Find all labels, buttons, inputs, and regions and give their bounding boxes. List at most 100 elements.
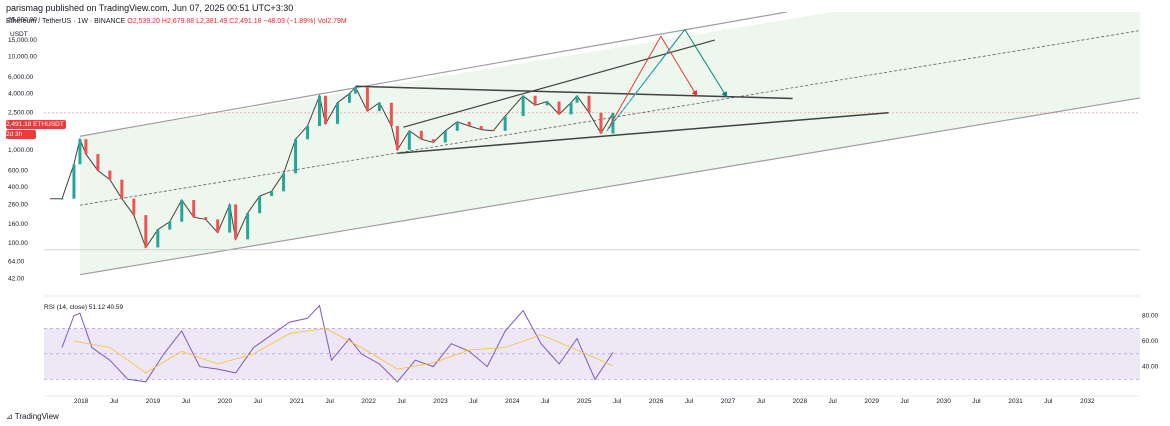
price-candle	[443, 130, 447, 143]
price-candle	[323, 95, 327, 124]
price-candle	[270, 191, 274, 197]
time-axis-tick: Jul	[469, 398, 478, 405]
time-axis-tick: Jul	[110, 398, 119, 405]
price-candle	[557, 101, 561, 115]
last-price-label: 2,491.18 ETHUSDT	[6, 120, 66, 129]
price-candle	[347, 93, 351, 103]
time-axis-tick: 2022	[361, 398, 376, 405]
price-candle	[246, 213, 250, 240]
price-axis-tick: 1,000.00	[8, 147, 34, 154]
price-candle	[180, 200, 184, 222]
price-candle	[204, 217, 208, 220]
price-axis-tick: 260.00	[8, 201, 28, 208]
time-axis-tick: 2026	[649, 398, 664, 405]
price-axis-tick: 4,000.00	[8, 91, 34, 98]
bar-countdown: 2d 3h	[6, 130, 36, 139]
price-candle	[419, 130, 423, 140]
price-candle	[599, 112, 603, 134]
price-candle	[108, 170, 112, 180]
price-candle	[545, 101, 549, 106]
time-axis-tick: 2021	[290, 398, 305, 405]
price-axis-tick: 2,500.00	[8, 110, 34, 117]
price-candle	[365, 87, 369, 112]
time-axis-tick: 2031	[1008, 398, 1023, 405]
price-candle	[575, 95, 579, 103]
price-candle	[377, 102, 381, 112]
price-candle	[144, 215, 148, 248]
price-axis-tick: 160.00	[8, 221, 28, 228]
last-price-value: 2,491.18	[6, 121, 32, 128]
time-axis-tick: Jul	[1044, 398, 1053, 405]
price-candle	[72, 164, 76, 199]
time-axis-tick: 2024	[505, 398, 520, 405]
price-candle	[258, 196, 262, 214]
price-candle	[306, 126, 310, 140]
price-candle	[455, 121, 459, 131]
price-candle	[467, 121, 471, 127]
price-axis-tick: 6,000.00	[8, 74, 34, 81]
time-axis-tick: Jul	[541, 398, 550, 405]
time-axis-tick: Jul	[972, 398, 981, 405]
price-axis-tick: 600.00	[8, 168, 28, 175]
time-axis-tick: 2029	[864, 398, 879, 405]
price-axis-tick: 25,000.00	[8, 16, 37, 23]
price-candle	[587, 95, 591, 113]
price-candle	[395, 126, 399, 150]
price-candle	[192, 200, 196, 218]
price-candle	[431, 139, 435, 143]
time-axis-tick: Jul	[757, 398, 766, 405]
time-axis-tick: 2030	[936, 398, 951, 405]
price-axis-tick: 42.00	[8, 275, 25, 282]
time-axis-tick: 2018	[74, 398, 89, 405]
price-candle	[96, 154, 100, 171]
tv-icon: ⊿	[6, 412, 13, 421]
price-axis-tick: 400.00	[8, 184, 28, 191]
price-candle	[78, 139, 82, 165]
price-chart[interactable]: 25,000.00 15,000.00 10,000.00 6,000.00 4,000…	[0, 0, 1170, 426]
rsi-axis-tick: 60.00	[1142, 338, 1159, 345]
price-candle	[533, 95, 537, 106]
price-axis-tick: 100.00	[8, 240, 28, 247]
time-axis-tick: Jul	[182, 398, 191, 405]
price-candle	[294, 139, 298, 174]
time-axis-tick: Jul	[900, 398, 909, 405]
time-axis-tick: 2027	[721, 398, 736, 405]
price-candle	[491, 129, 495, 131]
rsi-label: RSI (14, close) 51.12 40.59	[44, 304, 124, 311]
time-axis-tick: Jul	[613, 398, 622, 405]
time-axis-tick: 2019	[146, 398, 161, 405]
price-candle	[521, 95, 525, 117]
chart-window: parismag published on TradingView.com, J…	[0, 0, 1170, 426]
price-candle	[60, 198, 64, 200]
price-candle	[216, 219, 220, 233]
time-axis-tick: Jul	[254, 398, 263, 405]
price-candle	[479, 126, 483, 130]
price-candle	[120, 179, 124, 199]
price-candle	[389, 102, 393, 127]
time-axis-tick: 2025	[577, 398, 592, 405]
tv-brand: TradingView	[14, 412, 59, 421]
rsi-axis-tick: 40.00	[1142, 364, 1159, 371]
price-candle	[282, 173, 286, 192]
price-candle	[132, 198, 136, 216]
time-axis-tick: 2020	[218, 398, 233, 405]
price-candle	[234, 204, 238, 240]
price-candle	[353, 87, 357, 94]
time-axis-tick: 2028	[793, 398, 808, 405]
time-axis-tick: 2032	[1080, 398, 1095, 405]
price-candle	[569, 102, 573, 115]
price-axis-tick: 15,000.00	[8, 37, 37, 44]
ticker-label: ETHUSDT	[33, 121, 64, 128]
time-axis-tick: Jul	[325, 398, 334, 405]
time-axis-tick: Jul	[397, 398, 406, 405]
price-candle	[84, 139, 88, 155]
price-candle	[168, 221, 172, 230]
price-candle	[228, 204, 232, 233]
rsi-axis-tick: 80.00	[1142, 313, 1159, 320]
price-candle	[407, 130, 411, 150]
channel-fill	[79, 12, 1140, 275]
time-axis-tick: Jul	[829, 398, 838, 405]
time-axis-tick: 2023	[433, 398, 448, 405]
price-axis-tick: 64.00	[8, 258, 25, 265]
price-candle	[335, 102, 339, 124]
